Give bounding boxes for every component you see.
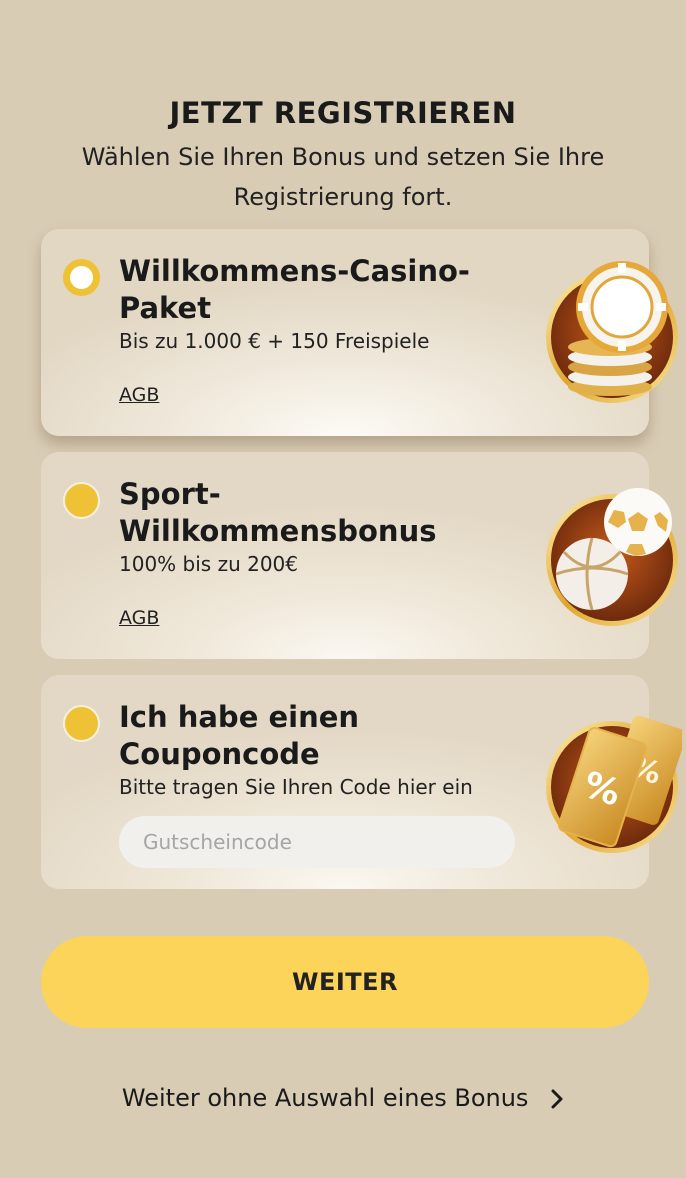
bonus-title: Ich habe einen Couponcode bbox=[119, 700, 360, 771]
bonus-option-casino[interactable]: Willkommens-Casino-Paket Bis zu 1.000 € … bbox=[41, 229, 678, 436]
radio-sport[interactable] bbox=[63, 482, 100, 519]
bonus-description: 100% bis zu 200€ bbox=[119, 552, 298, 576]
bonus-title: Sport-Willkommensbonus bbox=[119, 477, 437, 548]
radio-coupon[interactable] bbox=[63, 705, 100, 742]
continue-button[interactable]: WEITER bbox=[41, 936, 649, 1028]
terms-link[interactable]: AGB bbox=[119, 607, 159, 629]
bonus-description: Bis zu 1.000 € + 150 Freispiele bbox=[119, 329, 430, 353]
casino-chips-icon bbox=[546, 261, 678, 403]
registration-page: JETZT REGISTRIEREN Wählen Sie Ihren Bonu… bbox=[0, 0, 686, 1178]
bonus-option-sport[interactable]: Sport-Willkommensbonus 100% bis zu 200€ … bbox=[41, 452, 678, 659]
skip-bonus-label: Weiter ohne Auswahl eines Bonus bbox=[121, 1084, 529, 1112]
page-subtitle: Wählen Sie Ihren Bonus und setzen Sie Ih… bbox=[81, 143, 605, 211]
chevron-right-icon bbox=[551, 1089, 563, 1109]
bonus-title: Willkommens-Casino-Paket bbox=[119, 254, 470, 325]
coupon-code-input[interactable] bbox=[119, 816, 515, 868]
sport-balls-icon bbox=[546, 488, 678, 626]
coupon-tickets-icon: % % bbox=[546, 715, 682, 853]
terms-link[interactable]: AGB bbox=[119, 384, 159, 406]
radio-casino-selected[interactable] bbox=[63, 259, 100, 296]
bonus-option-coupon[interactable]: Ich habe einen Couponcode Bitte tragen S… bbox=[41, 675, 682, 889]
page-title: JETZT REGISTRIEREN bbox=[169, 96, 517, 130]
skip-bonus-link[interactable]: Weiter ohne Auswahl eines Bonus bbox=[0, 1084, 686, 1112]
bonus-description: Bitte tragen Sie Ihren Code hier ein bbox=[119, 775, 473, 799]
